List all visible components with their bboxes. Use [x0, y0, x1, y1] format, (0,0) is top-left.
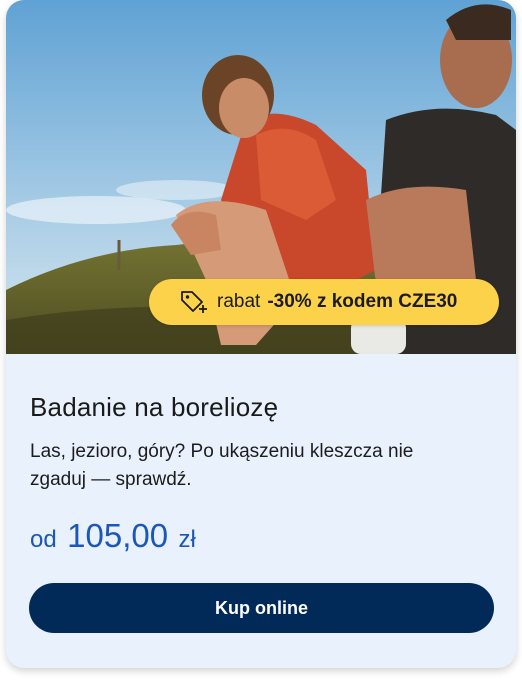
- price-amount: 105,00: [67, 517, 169, 554]
- price-prefix: od: [30, 526, 57, 553]
- discount-prefix: rabat: [217, 291, 261, 312]
- product-price: od 105,00 zł: [30, 517, 196, 555]
- tag-plus-icon: [179, 289, 209, 315]
- card-content: Badanie na boreliozę Las, jezioro, góry?…: [6, 354, 516, 668]
- product-card[interactable]: rabat -30% z kodem CZE30 Badanie na bore…: [6, 0, 516, 668]
- discount-code: -30% z kodem CZE30: [267, 291, 458, 312]
- product-title: Badanie na boreliozę: [30, 392, 279, 422]
- price-currency: zł: [178, 526, 196, 553]
- buy-online-button[interactable]: Kup online: [29, 583, 494, 633]
- product-description: Las, jezioro, góry? Po ukąszeniu kleszcz…: [30, 441, 414, 490]
- discount-badge: rabat -30% z kodem CZE30: [149, 279, 499, 325]
